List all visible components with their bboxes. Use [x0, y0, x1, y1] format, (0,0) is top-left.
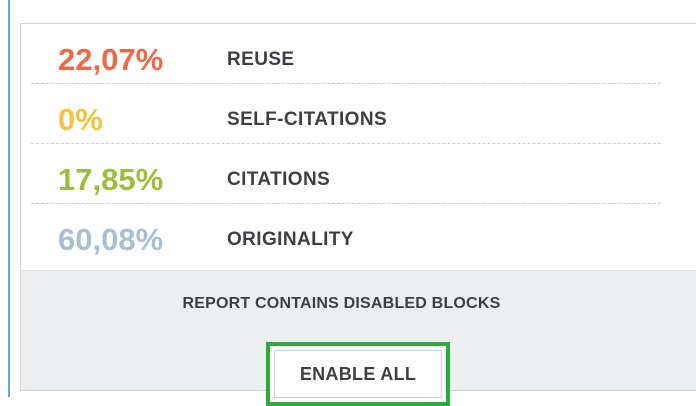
- reuse-percentage: 22,07%: [58, 42, 164, 77]
- disabled-blocks-notice: REPORT CONTAINS DISABLED BLOCKS: [182, 295, 501, 312]
- stat-row-citations: 17,85% CITATIONS: [21, 144, 696, 204]
- reuse-label: REUSE: [227, 49, 295, 70]
- stat-row-self-citations: 0% SELF-CITATIONS: [21, 84, 696, 144]
- stat-row-originality: 60,08% ORIGINALITY: [21, 204, 696, 264]
- stat-row-reuse: 22,07% REUSE: [21, 24, 696, 84]
- citations-percentage: 17,85%: [58, 162, 164, 197]
- disabled-blocks-footer: REPORT CONTAINS DISABLED BLOCKS ENABLE A…: [21, 270, 696, 406]
- enable-all-highlight: ENABLE ALL: [266, 342, 450, 406]
- window-edge-line: [8, 0, 10, 397]
- enable-all-button[interactable]: ENABLE ALL: [274, 350, 442, 398]
- citations-label: CITATIONS: [227, 169, 331, 190]
- self-citations-label: SELF-CITATIONS: [227, 109, 388, 130]
- report-summary-panel: 22,07% REUSE 0% SELF-CITATIONS 17,85% CI…: [20, 23, 696, 406]
- self-citations-percentage: 0%: [58, 102, 103, 137]
- originality-label: ORIGINALITY: [227, 229, 354, 250]
- originality-percentage: 60,08%: [58, 222, 164, 257]
- stats-list: 22,07% REUSE 0% SELF-CITATIONS 17,85% CI…: [21, 24, 696, 270]
